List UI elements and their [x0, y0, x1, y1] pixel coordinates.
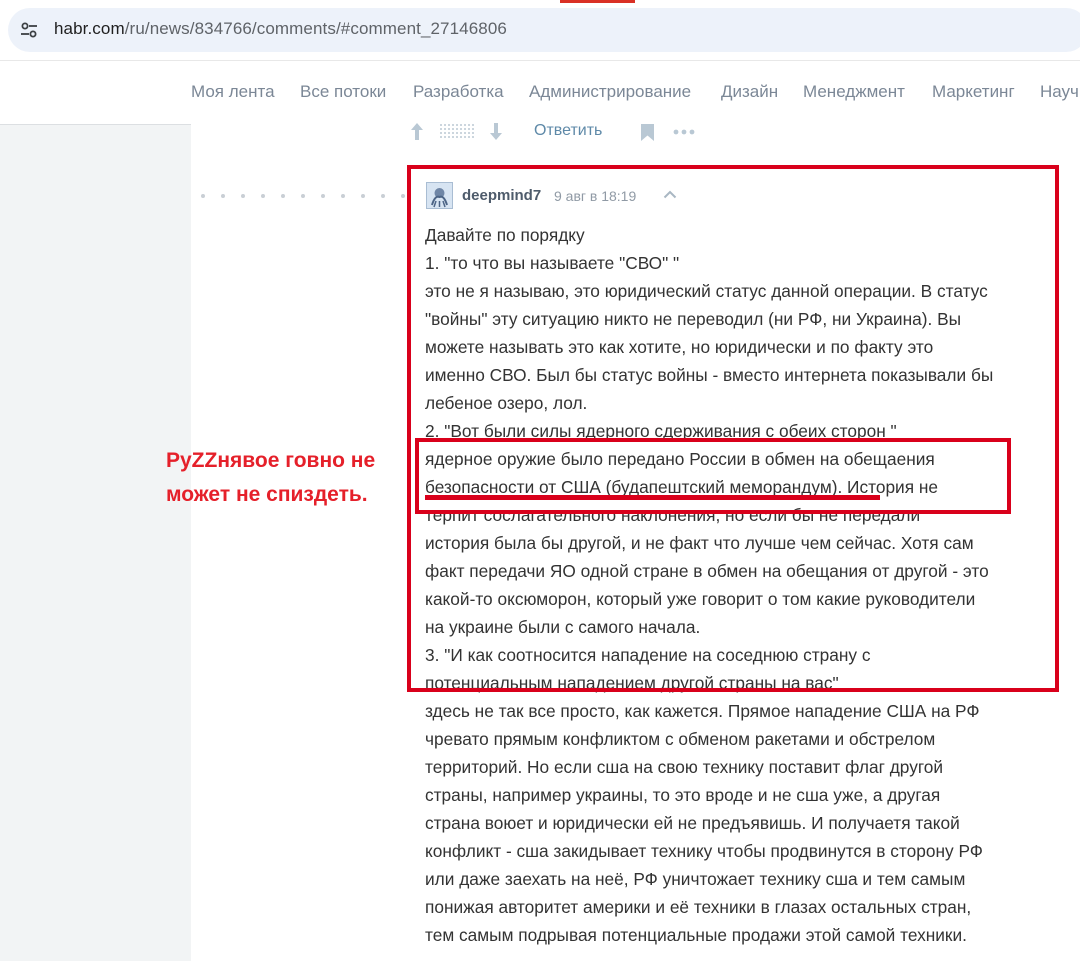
annotation-line: PyZZнявое говно не — [166, 449, 376, 472]
nav-item-marketing[interactable]: Маркетинг — [932, 82, 1015, 102]
comment-line: чревато прямым конфликтом с обменом раке… — [425, 729, 936, 749]
site-settings-icon[interactable] — [20, 21, 38, 39]
browser-address-bar: habr.com/ru/news/834766/comments/#commen… — [0, 0, 1080, 60]
highlight-box-outer — [407, 165, 1059, 692]
rating-placeholder-icon — [440, 124, 476, 140]
annotation-text: PyZZнявое говно не может не спиздеть. — [166, 444, 375, 512]
upvote-arrow-icon[interactable] — [410, 122, 424, 141]
site-nav: Моя лента Все потоки Разработка Админист… — [0, 60, 1080, 125]
more-options-icon[interactable] — [673, 129, 695, 135]
comment-line: страна воюет и юридически ей не предъяви… — [425, 813, 960, 833]
bookmark-icon[interactable] — [640, 123, 655, 142]
comment-line: здесь не так все просто, как кажется. Пр… — [425, 701, 980, 721]
comment-line: конфликт - сша закидывает технику чтобы … — [425, 841, 983, 861]
comment-line: или даже заехать на неё, РФ уничтожает т… — [425, 869, 966, 889]
annotation-line: может не спиздеть. — [166, 483, 368, 506]
nav-item-development[interactable]: Разработка — [413, 82, 504, 102]
underline-mark — [425, 495, 880, 500]
nav-item-science[interactable]: Науч — [1040, 82, 1079, 102]
comment-line: территорий. Но если сша на свою технику … — [425, 757, 944, 777]
nav-item-my-feed[interactable]: Моя лента — [191, 82, 275, 102]
comment-line: понижая авторитет америки и её техники в… — [425, 897, 972, 917]
nav-item-management[interactable]: Менеджмент — [803, 82, 905, 102]
url-path: /ru/news/834766/comments/#comment_271468… — [124, 19, 507, 38]
url-text[interactable]: habr.com/ru/news/834766/comments/#commen… — [54, 19, 507, 39]
highlight-box-inner — [415, 438, 1011, 514]
comment-line: страны, например украины, то это вроде и… — [425, 785, 941, 805]
active-tab-indicator — [560, 0, 635, 3]
url-host: habr.com — [54, 19, 125, 38]
reply-link[interactable]: Ответить — [534, 122, 602, 140]
nav-item-design[interactable]: Дизайн — [721, 82, 778, 102]
comment-line: тем самым подрывая потенциальные продажи… — [425, 925, 967, 945]
nav-item-administration[interactable]: Администрирование — [529, 82, 691, 102]
downvote-arrow-icon[interactable] — [489, 122, 503, 141]
nav-item-all-flows[interactable]: Все потоки — [300, 82, 386, 102]
